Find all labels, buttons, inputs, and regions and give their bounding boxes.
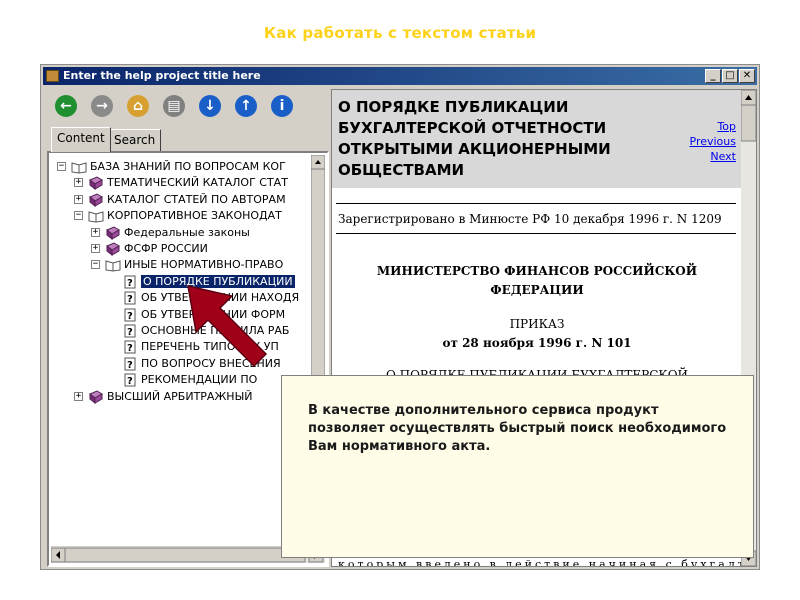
help-app-icon <box>46 70 59 82</box>
expand-icon[interactable]: + <box>74 391 83 401</box>
help-page-icon: ? <box>122 357 138 371</box>
tree-item-label: Федеральные законы <box>124 225 250 239</box>
print-icon: ▤ <box>163 95 185 117</box>
link-previous[interactable]: Previous <box>690 135 737 148</box>
back-button[interactable]: ← <box>53 93 79 119</box>
registration-line: Зарегистрировано в Минюсте РФ 10 декабря… <box>338 212 722 226</box>
svg-text:?: ? <box>127 311 133 322</box>
up-arrow-icon: ↑ <box>235 95 257 117</box>
collapse-icon[interactable]: − <box>57 162 66 171</box>
tree-item-label: ИНЫЕ НОРМАТИВНО-ПРАВО <box>124 258 284 272</box>
forward-button[interactable]: → <box>89 93 115 119</box>
svg-text:?: ? <box>127 294 133 305</box>
help-page-icon: ? <box>122 275 138 289</box>
next-topic-button[interactable]: ↓ <box>197 93 223 119</box>
tree-item-label: КОРПОРАТИВНОЕ ЗАКОНОДАТ <box>107 209 282 223</box>
svg-text:?: ? <box>127 343 133 354</box>
tab-search[interactable]: Search <box>108 129 162 151</box>
body-text-fragment: которым введено в действие начиная с бух… <box>338 558 756 567</box>
tab-content[interactable]: Content <box>51 127 111 152</box>
expand-icon[interactable]: + <box>74 178 83 188</box>
expand-icon[interactable]: + <box>91 244 100 253</box>
help-page-icon: ? <box>122 373 138 387</box>
back-arrow-icon: ← <box>55 95 77 117</box>
tree-item-label: КАТАЛОГ СТАТЕЙ ПО АВТОРАМ <box>107 192 286 206</box>
print-button[interactable]: ▤ <box>161 93 187 119</box>
expand-icon[interactable]: + <box>91 227 100 237</box>
home-icon: ⌂ <box>127 95 149 117</box>
open-book-icon <box>71 160 87 174</box>
callout-note: В качестве дополнительного сервиса проду… <box>281 375 754 558</box>
order-date: от 28 ноября 1996 г. N 101 <box>442 336 632 350</box>
home-button[interactable]: ⌂ <box>125 93 151 119</box>
down-arrow-icon: ↓ <box>199 95 221 117</box>
svg-text:?: ? <box>127 278 133 289</box>
title-bar[interactable]: Enter the help project title here _ □ ✕ <box>43 67 757 85</box>
open-book-icon <box>105 258 121 272</box>
tree-item-label: ТЕМАТИЧЕСКИЙ КАТАЛОГ СТАТ <box>107 176 288 190</box>
help-page-icon: ? <box>122 340 138 354</box>
info-button[interactable]: i <box>269 93 295 119</box>
collapse-icon[interactable]: − <box>74 211 83 221</box>
tree-item-label: ВЫСШИЙ АРБИТРАЖНЫЙ <box>107 389 253 403</box>
book-icon <box>88 176 104 191</box>
open-book-icon <box>88 209 104 223</box>
help-page-icon: ? <box>122 291 138 305</box>
help-page-icon: ? <box>122 324 138 338</box>
pointer-arrow-icon <box>187 285 268 368</box>
book-icon <box>105 226 121 240</box>
book-icon <box>88 193 104 207</box>
tree-item-label: РЕКОМЕНДАЦИИ ПО <box>141 373 258 387</box>
info-icon: i <box>271 95 293 117</box>
close-button[interactable]: ✕ <box>739 69 755 83</box>
minimize-button[interactable]: _ <box>705 69 721 83</box>
forward-arrow-icon: → <box>91 95 113 117</box>
callout-text: В качестве дополнительного сервиса проду… <box>308 403 727 454</box>
window-title: Enter the help project title here <box>63 69 261 82</box>
link-next[interactable]: Next <box>710 150 736 163</box>
topic-header: О ПОРЯДКЕ ПУБЛИКАЦИИ БУХГАЛТЕРСКОЙ ОТЧЕТ… <box>332 90 742 188</box>
svg-text:?: ? <box>127 360 133 371</box>
expand-icon[interactable]: + <box>74 194 83 204</box>
top-divider <box>336 203 736 204</box>
link-top[interactable]: Top <box>717 120 736 133</box>
tree-item-label: БАЗА ЗНАНИЙ ПО ВОПРОСАМ КОГ <box>90 160 286 173</box>
topic-heading: О ПОРЯДКЕ ПУБЛИКАЦИИ БУХГАЛТЕРСКОЙ ОТЧЕТ… <box>338 98 611 179</box>
help-page-icon: ? <box>122 308 138 322</box>
collapse-icon[interactable]: − <box>91 260 100 270</box>
slide-title: Как работать с текстом статьи <box>263 24 537 42</box>
order-title: ПРИКАЗ <box>509 317 565 331</box>
ministry-line-2: ФЕДЕРАЦИИ <box>490 283 584 297</box>
registration-divider <box>336 233 736 234</box>
prev-topic-button[interactable]: ↑ <box>233 93 259 119</box>
book-icon <box>88 390 104 404</box>
book-icon <box>105 242 121 257</box>
tree-item-label: ФСФР РОССИИ <box>124 242 208 255</box>
ministry-line-1: МИНИСТЕРСТВО ФИНАНСОВ РОССИЙСКОЙ <box>376 264 698 278</box>
svg-text:?: ? <box>127 327 133 338</box>
maximize-button[interactable]: □ <box>722 69 738 83</box>
svg-text:?: ? <box>127 376 133 387</box>
